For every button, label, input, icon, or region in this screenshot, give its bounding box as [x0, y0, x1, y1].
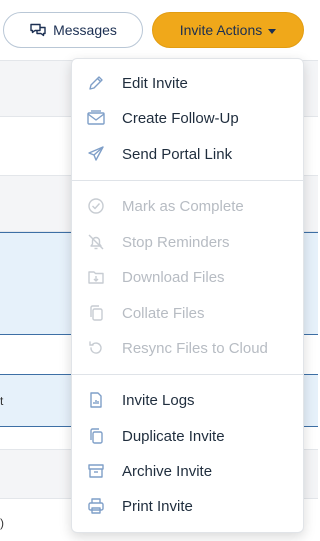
- toolbar: Messages Invite Actions: [0, 0, 318, 60]
- invite-actions-menu: Edit Invite Create Follow-Up Send Portal…: [71, 58, 304, 533]
- menu-item-duplicate-invite[interactable]: Duplicate Invite: [72, 419, 303, 453]
- menu-item-label: Resync Files to Cloud: [122, 339, 268, 357]
- menu-item-download-files: Download Files: [72, 260, 303, 294]
- paper-plane-icon: [86, 144, 106, 164]
- copy-icon: [86, 303, 106, 323]
- menu-item-label: Archive Invite: [122, 462, 213, 480]
- menu-item-collate-files: Collate Files: [72, 296, 303, 330]
- menu-item-invite-logs[interactable]: Invite Logs: [72, 383, 303, 417]
- invite-actions-button[interactable]: Invite Actions: [152, 12, 304, 48]
- messages-label: Messages: [53, 22, 117, 38]
- menu-item-archive-invite[interactable]: Archive Invite: [72, 454, 303, 488]
- menu-item-label: Mark as Complete: [122, 197, 244, 215]
- check-circle-icon: [86, 196, 106, 216]
- menu-divider: [72, 180, 303, 181]
- chat-bubbles-icon: [29, 21, 47, 39]
- menu-item-edit-invite[interactable]: Edit Invite: [72, 66, 303, 100]
- menu-item-label: Send Portal Link: [122, 145, 233, 163]
- row-text-fragment: ): [0, 516, 4, 530]
- envelope-icon: [86, 108, 106, 128]
- folder-download-icon: [86, 267, 106, 287]
- archive-icon: [86, 461, 106, 481]
- menu-item-stop-reminders: Stop Reminders: [72, 225, 303, 259]
- menu-item-label: Duplicate Invite: [122, 427, 225, 445]
- file-chart-icon: [86, 390, 106, 410]
- invite-actions-label: Invite Actions: [179, 22, 263, 38]
- menu-item-create-follow-up[interactable]: Create Follow-Up: [72, 101, 303, 135]
- menu-item-label: Edit Invite: [122, 74, 188, 92]
- messages-button[interactable]: Messages: [3, 12, 143, 48]
- resync-icon: [86, 338, 106, 358]
- printer-icon: [86, 496, 106, 516]
- row-text-fragment: t: [0, 394, 4, 408]
- pencil-icon: [86, 73, 106, 93]
- menu-divider: [72, 374, 303, 375]
- menu-item-resync-files: Resync Files to Cloud: [72, 331, 303, 365]
- menu-item-label: Download Files: [122, 268, 225, 286]
- menu-item-label: Stop Reminders: [122, 233, 230, 251]
- menu-item-print-invite[interactable]: Print Invite: [72, 489, 303, 523]
- menu-item-send-portal-link[interactable]: Send Portal Link: [72, 137, 303, 171]
- bell-slash-icon: [86, 232, 106, 252]
- menu-item-label: Print Invite: [122, 497, 193, 515]
- menu-item-label: Invite Logs: [122, 391, 195, 409]
- caret-down-icon: [268, 28, 277, 34]
- menu-item-label: Create Follow-Up: [122, 109, 239, 127]
- duplicate-icon: [86, 426, 106, 446]
- menu-item-mark-as-complete: Mark as Complete: [72, 189, 303, 223]
- menu-item-label: Collate Files: [122, 304, 205, 322]
